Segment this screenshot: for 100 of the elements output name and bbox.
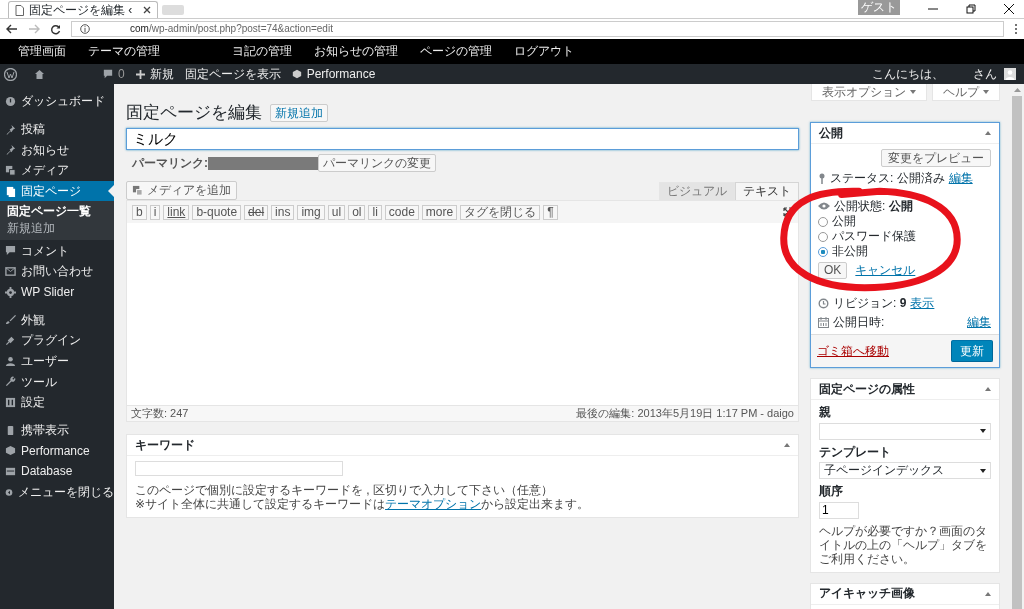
submenu-item[interactable]: 固定ページ一覧 [0,203,114,221]
visibility-radio[interactable]: パスワード保護 [818,229,991,244]
ok-button[interactable]: OK [818,262,848,279]
trash-link[interactable]: ゴミ箱へ移動 [817,344,889,359]
home-icon[interactable] [34,68,45,80]
quicktag-button[interactable]: ins [271,204,295,220]
sidebar-item[interactable]: 携帯表示 [0,419,114,441]
site-nav-link[interactable]: ログアウト [514,44,574,59]
caret-icon [980,429,986,434]
quicktag-button[interactable]: i [149,204,161,220]
gauge-icon [5,95,16,107]
site-nav-link[interactable]: 管理画面 [18,44,66,59]
fullscreen-icon[interactable] [783,207,793,217]
eye-icon [818,202,830,210]
quicktag-button[interactable]: li [368,204,382,220]
wordpress-logo-icon[interactable] [4,67,17,81]
sidebar-item[interactable]: コメント [0,240,114,262]
back-icon[interactable] [6,24,18,34]
sidebar-item[interactable]: ユーザー [0,350,114,372]
sidebar-item[interactable]: 固定ページ [0,180,114,202]
view-page-link[interactable]: 固定ページを表示 [184,66,281,82]
performance-link[interactable]: Performance [306,66,376,82]
sidebar-item[interactable]: 外観 [0,309,114,331]
site-nav-link[interactable]: ヨ記の管理 [232,44,292,59]
close-icon[interactable] [143,6,151,14]
gear-icon [5,286,16,298]
add-media-button[interactable]: メディアを追加 [126,181,237,200]
keywords-field[interactable] [135,461,343,476]
scroll-up-icon[interactable] [1013,88,1021,92]
new-link[interactable]: 新規 [149,66,174,82]
title-field[interactable]: ミルク [126,128,799,150]
status-edit-link[interactable]: 編集 [948,170,973,186]
quicktag-button[interactable]: ol [348,204,366,220]
comment-icon[interactable] [103,69,113,79]
visibility-radio[interactable]: 公開 [818,214,991,229]
more-icon[interactable] [1014,23,1018,35]
update-button[interactable]: 更新 [951,340,993,363]
collapse-arrow-icon[interactable] [784,443,790,447]
sidebar-item[interactable]: WP Slider [0,281,114,303]
screen-options-button[interactable]: 表示オプション [811,84,927,101]
sidebar-item[interactable]: Database [0,461,114,482]
sidebar-item[interactable]: ダッシュボード [0,91,114,112]
sidebar-item[interactable]: プラグイン [0,330,114,351]
site-nav-link[interactable]: ページの管理 [420,44,492,59]
visibility-radio[interactable]: 非公開 [818,244,991,259]
quicktag-button[interactable]: ul [327,204,346,220]
quicktag-button[interactable]: ¶ [543,204,558,220]
radio-button[interactable] [818,231,828,242]
add-new-button[interactable]: 新規追加 [270,103,328,123]
sidebar-item[interactable]: お問い合わせ [0,261,114,282]
comment-count[interactable]: 0 [118,66,125,82]
cube-icon[interactable] [291,69,302,79]
collapse-arrow-icon[interactable] [985,131,991,135]
sidebar-item[interactable]: メディア [0,160,114,181]
preview-button[interactable]: 変更をプレビュー [881,149,991,167]
plus-icon[interactable] [135,69,145,79]
collapse-arrow-icon[interactable] [985,591,991,596]
permalink-edit-button[interactable]: パーマリンクの変更 [318,153,436,173]
sidebar-item[interactable]: 投稿 [0,118,114,140]
quicktag-button[interactable]: b-quote [192,204,242,220]
quicktag-button[interactable]: img [297,204,325,220]
site-nav-link[interactable]: お知らせの管理 [314,44,398,59]
order-field[interactable]: 1 [819,501,859,519]
address-field[interactable]: com/wp-admin/post.php?post=74&action=edit [71,21,1004,37]
envelope-icon [5,265,16,277]
template-select[interactable]: 子ページインデックス [819,462,991,480]
sidebar-item[interactable]: Performance [0,440,114,462]
reload-icon[interactable] [50,23,61,35]
cube-icon [5,445,16,457]
theme-options-link[interactable]: テーマオプション [385,497,482,511]
browser-tab[interactable]: 固定ページを編集 ‹ [8,1,158,18]
panel-title: 固定ページの属性 [819,382,915,397]
quicktag-button[interactable]: link [163,204,190,220]
restore-icon[interactable] [966,4,976,14]
sidebar-item[interactable]: メニューを閉じる [0,482,114,503]
site-nav-link[interactable]: テーマの管理 [88,44,160,59]
page-icon [15,4,24,16]
radio-button[interactable] [818,216,828,227]
revisions-link[interactable]: 表示 [910,295,935,311]
collapse-arrow-icon[interactable] [985,387,991,392]
quicktag-button[interactable]: b [132,204,147,220]
cancel-link[interactable]: キャンセル [855,263,916,278]
quicktag-button[interactable]: del [244,204,269,220]
date-edit-link[interactable]: 編集 [967,314,991,330]
submenu-item[interactable]: 新規追加 [0,220,114,238]
sidebar-item[interactable]: お知らせ [0,139,114,161]
help-button[interactable]: ヘルプ [932,84,1000,101]
greeting-text: こんにちは、 [872,66,944,82]
word-count: 文字数: 247 [131,406,189,421]
quicktag-button[interactable]: more [421,204,458,220]
pin-icon [5,123,16,135]
quicktag-button[interactable]: タグを閉じる [460,204,541,220]
close-icon[interactable] [1004,4,1014,14]
radio-button[interactable] [818,246,828,257]
user-link[interactable]: さん [973,66,997,82]
sidebar-item[interactable]: 設定 [0,392,114,413]
editor-tab[interactable]: テキスト [735,182,799,200]
sidebar-item[interactable]: ツール [0,371,114,393]
quicktag-button[interactable]: code [384,204,419,220]
editor-tab[interactable]: ビジュアル [659,182,735,200]
